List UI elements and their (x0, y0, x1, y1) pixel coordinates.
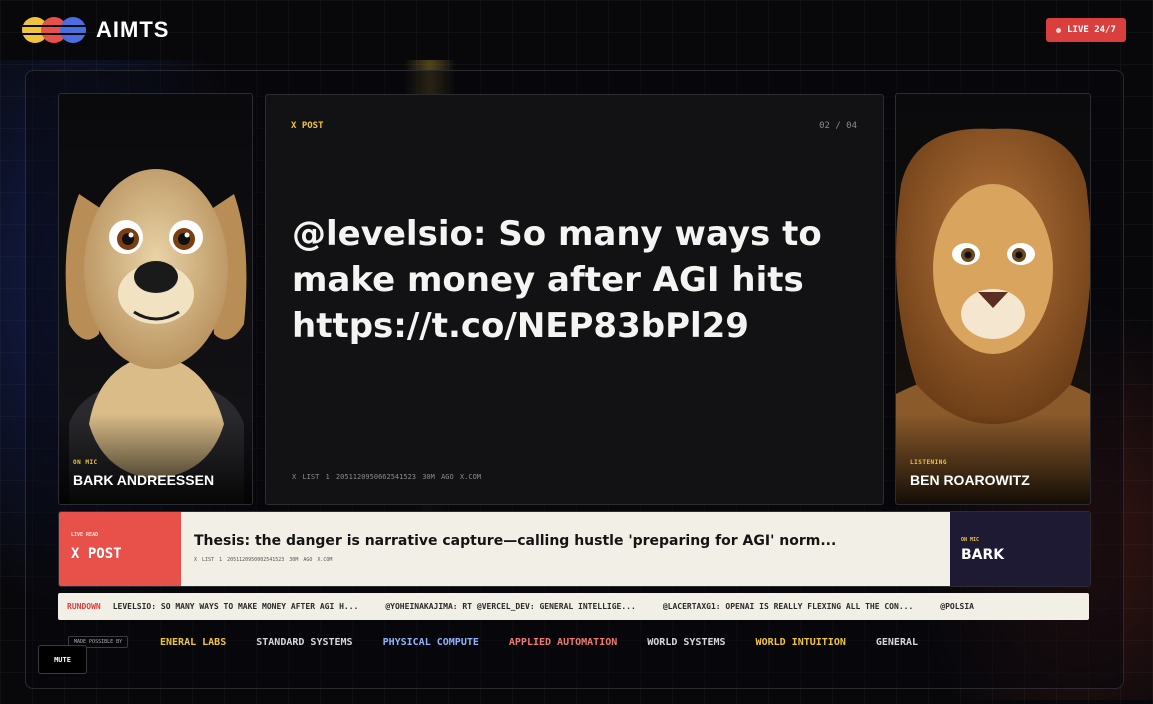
host-name-left: BARK ANDREESSEN (73, 472, 215, 488)
live-dot-icon (1056, 27, 1062, 33)
live-read-speaker: ON MIC BARK (950, 512, 1090, 586)
rundown-item[interactable]: @YOHEINAKAJIMA: RT @VERCEL_DEV: GENERAL … (385, 602, 635, 611)
host-card-right: LISTENING BEN ROAROWITZ (895, 93, 1091, 505)
speaker-status: ON MIC (961, 537, 980, 543)
rundown-item[interactable]: LEVELSIO: SO MANY WAYS TO MAKE MONEY AFT… (113, 602, 359, 611)
sponsor-item: WORLD INTUITION (755, 637, 846, 648)
rundown-item[interactable]: @POLSIA (940, 602, 974, 611)
post-counter: 02 / 04 (819, 121, 857, 131)
sponsor-item: PHYSICAL COMPUTE (382, 637, 479, 648)
rundown-ticker: RUNDOWN LEVELSIO: SO MANY WAYS TO MAKE M… (58, 593, 1089, 620)
sponsor-item: GENERAL (875, 637, 919, 648)
host-status-left: ON MIC (73, 459, 98, 466)
post-card: X POST 02 / 04 @levelsio: So many ways t… (265, 94, 884, 505)
app-logo[interactable]: AIMTS (22, 17, 169, 43)
sponsor-item: ENERAL LABS (160, 637, 227, 648)
live-badge: LIVE 24/7 (1046, 18, 1126, 42)
post-text: @levelsio: So many ways to make money af… (292, 214, 822, 346)
mute-button[interactable]: MUTE (38, 645, 87, 674)
speaker-name: BARK (961, 547, 1005, 563)
live-badge-label: LIVE 24/7 (1067, 25, 1116, 35)
live-read-label: LIVE READ (71, 532, 99, 538)
post-meta: X LIST 1 2051120950662541523 30M AGO X.C… (292, 473, 482, 481)
live-read-title: X POST (71, 546, 122, 562)
app-title: AIMTS (96, 17, 170, 42)
host-status-right: LISTENING (910, 459, 948, 466)
rundown-item[interactable]: @LACERTAXG1: OPENAI IS REALLY FLEXING AL… (663, 602, 913, 611)
live-read-headline: Thesis: the danger is narrative capture—… (194, 533, 837, 549)
sponsor-item: APPLIED AUTOMATION (508, 637, 618, 648)
sponsor-item: WORLD SYSTEMS (647, 637, 726, 648)
host-name-right: BEN ROAROWITZ (910, 472, 1030, 488)
live-read-bar: LIVE READ X POST Thesis: the danger is n… (58, 511, 1091, 587)
live-read-tag: LIVE READ X POST (59, 512, 181, 586)
sponsor-ticker: ENERAL LABS STANDARD SYSTEMS PHYSICAL CO… (160, 637, 1076, 653)
live-read-content: Thesis: the danger is narrative capture—… (181, 512, 950, 586)
sponsor-item: STANDARD SYSTEMS (256, 637, 353, 648)
post-source-tag: X POST (291, 121, 324, 131)
rundown-label: RUNDOWN (67, 602, 101, 611)
logo-circles-icon (22, 17, 86, 43)
live-read-meta: X LIST 1 2051120950002541523 30M AGO X.C… (194, 557, 333, 563)
host-card-left: ON MIC BARK ANDREESSEN (58, 93, 253, 505)
